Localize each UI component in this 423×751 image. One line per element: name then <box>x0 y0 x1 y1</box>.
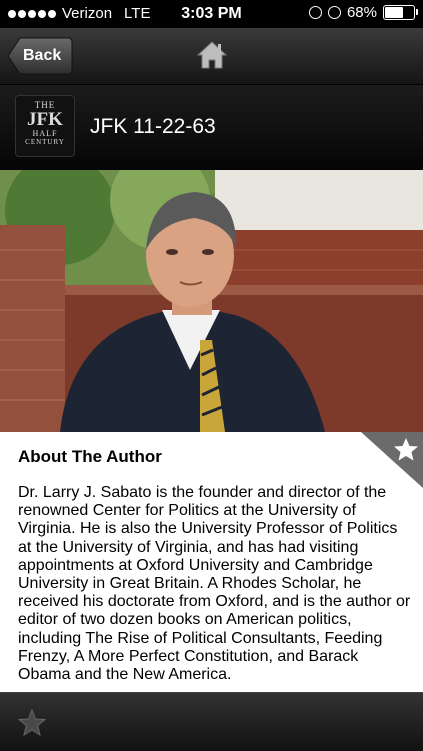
home-icon[interactable] <box>196 40 228 70</box>
back-button[interactable]: Back <box>7 37 73 75</box>
status-bar: Verizon LTE 3:03 PM 68% <box>0 0 423 28</box>
app-logo: THE JFK HALF CENTURY <box>15 95 75 157</box>
app-header: THE JFK HALF CENTURY JFK 11-22-63 <box>0 85 423 170</box>
logo-text-century: CENTURY <box>25 138 65 146</box>
author-photo <box>0 170 423 432</box>
back-button-label: Back <box>23 47 62 64</box>
favorite-star-icon[interactable] <box>361 432 423 488</box>
bottom-toolbar <box>0 692 423 751</box>
navigation-bar: Back <box>0 28 423 85</box>
battery-icon <box>383 5 418 20</box>
rotation-lock-icon <box>308 6 322 19</box>
star-icon[interactable] <box>18 709 46 737</box>
section-title: About The Author <box>18 447 162 466</box>
page-title: JFK 11-22-63 <box>90 115 216 138</box>
author-bio: Dr. Larry J. Sabato is the founder and d… <box>18 484 411 684</box>
author-section[interactable]: About The Author Dr. Larry J. Sabato is … <box>0 432 423 692</box>
logo-text-jfk: JFK <box>27 109 63 130</box>
battery-percent: 68% <box>346 4 377 21</box>
alarm-icon <box>327 6 341 19</box>
logo-text-half: HALF <box>32 129 58 138</box>
status-right: 68% <box>308 4 418 21</box>
